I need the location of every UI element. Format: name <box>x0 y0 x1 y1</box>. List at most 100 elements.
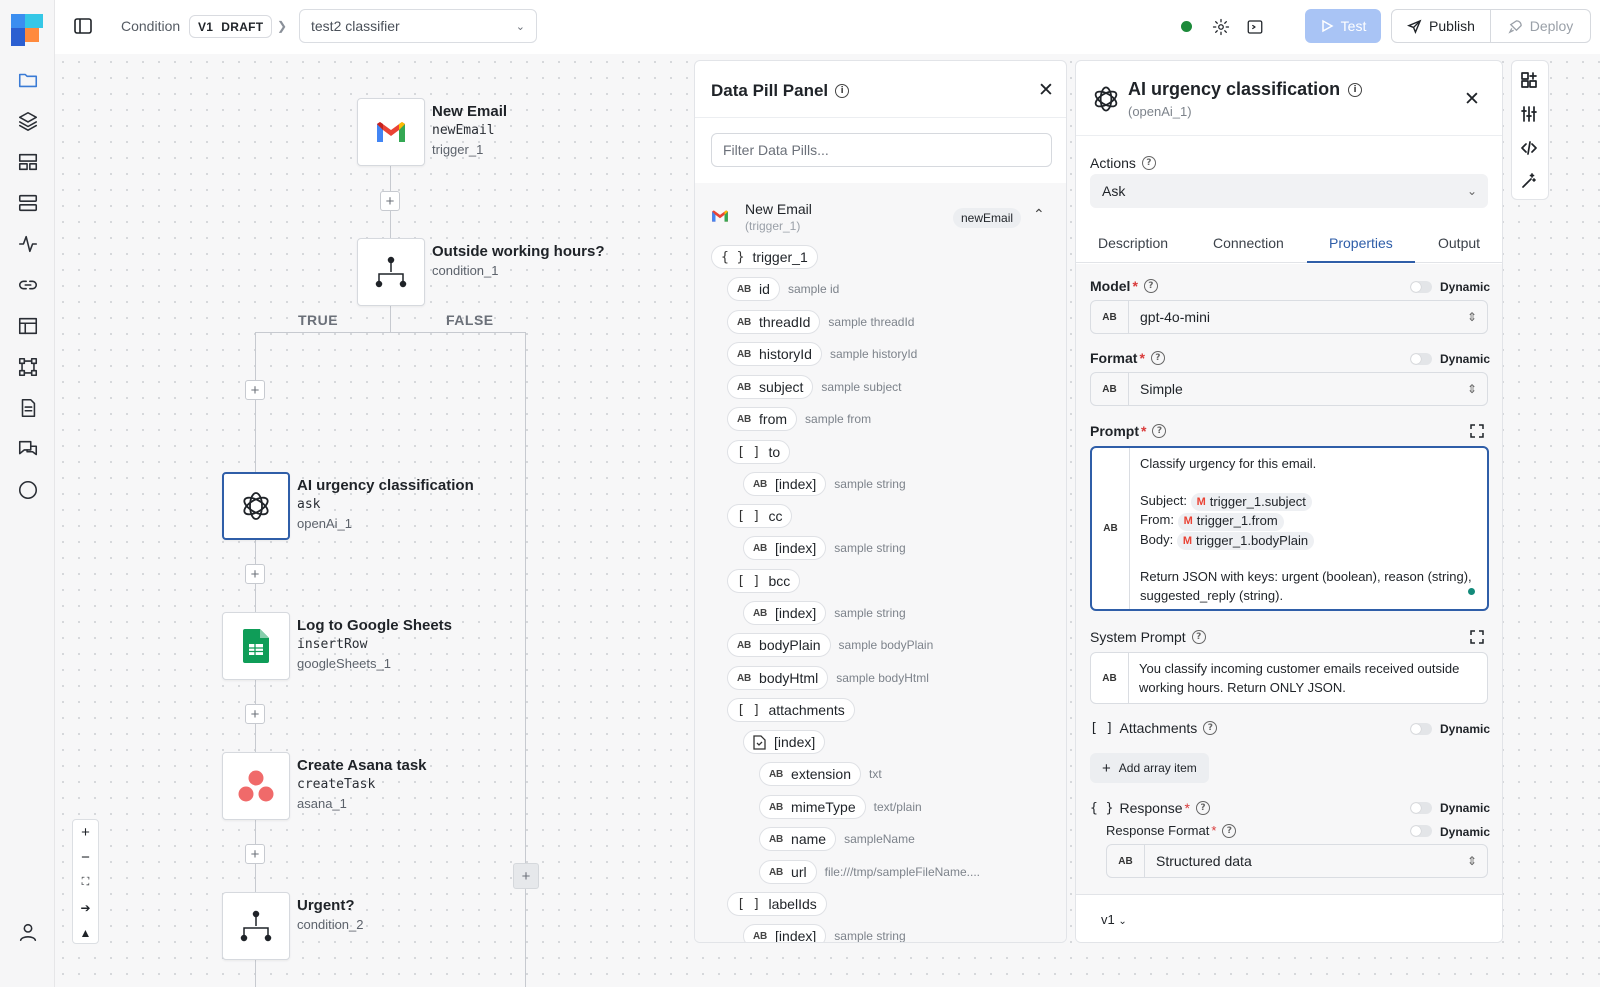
layers-icon[interactable] <box>14 107 42 135</box>
filter-data-pills-input[interactable]: Filter Data Pills... <box>711 133 1052 167</box>
sliders-icon[interactable] <box>1521 106 1539 124</box>
dynamic-toggle[interactable] <box>1410 281 1432 293</box>
version-badge[interactable]: V1 DRAFT <box>189 15 273 38</box>
add-array-item-button[interactable]: + Add array item <box>1090 753 1209 783</box>
format-select[interactable]: AB Simple ⇕ <box>1090 372 1488 406</box>
data-pill[interactable]: AB historyId <box>727 342 822 366</box>
data-pill[interactable]: AB extension <box>759 762 861 786</box>
tab-description[interactable]: Description <box>1098 235 1168 251</box>
chevron-up-icon[interactable]: ⌃ <box>1033 206 1045 223</box>
pill-row[interactable]: [ ] cc <box>727 504 793 528</box>
help-icon[interactable]: ? <box>1143 279 1158 293</box>
circle-icon[interactable] <box>14 476 42 504</box>
prompt-content[interactable]: Classify urgency for this email. Subject… <box>1130 448 1487 609</box>
publish-button[interactable]: Publish <box>1391 9 1491 43</box>
add-step-button[interactable]: + <box>380 191 400 211</box>
pill-row[interactable]: [ ] attachments <box>727 698 855 722</box>
server-icon[interactable] <box>14 189 42 217</box>
data-pill[interactable]: [ ] cc <box>727 504 793 528</box>
zoom-out-button[interactable]: − <box>73 845 98 870</box>
data-pill[interactable]: [ ] labelIds <box>727 892 827 916</box>
code-icon[interactable] <box>1521 140 1539 158</box>
model-select[interactable]: AB gpt-4o-mini ⇕ <box>1090 300 1488 334</box>
flow-selector[interactable]: test2 classifier ⌄ <box>299 9 537 43</box>
data-pill[interactable]: AB url <box>759 860 817 884</box>
data-pill[interactable]: AB [index] <box>743 536 827 560</box>
tab-output[interactable]: Output <box>1438 235 1480 251</box>
settings-gear-icon[interactable] <box>1210 16 1232 38</box>
response-format-select[interactable]: AB Structured data ⇕ <box>1106 844 1488 878</box>
blocks-icon[interactable] <box>1521 72 1539 90</box>
actions-select[interactable]: Ask ⌄ <box>1090 174 1488 208</box>
data-pill[interactable]: AB subject <box>727 375 814 399</box>
zoom-in-button[interactable]: + <box>73 820 98 845</box>
inline-data-pill[interactable]: Mtrigger_1.bodyPlain <box>1176 531 1315 550</box>
pill-row-root[interactable]: { } trigger_1 <box>711 245 818 269</box>
data-pill[interactable]: AB [index] <box>743 601 827 625</box>
pill-row[interactable]: AB url file:///tmp/sampleFileName.... <box>759 860 980 884</box>
pill-row[interactable]: AB [index] sample string <box>743 924 906 942</box>
pill-row[interactable]: AB subject sample subject <box>727 375 901 399</box>
pill-row[interactable]: [ ] labelIds <box>727 892 827 916</box>
pill-row[interactable]: [ ] to <box>727 440 791 464</box>
dynamic-toggle[interactable] <box>1410 802 1432 814</box>
pill-row[interactable]: [index] <box>743 730 826 754</box>
data-pill[interactable]: AB threadId <box>727 310 821 334</box>
user-icon[interactable] <box>14 918 42 946</box>
dashboard-icon[interactable] <box>14 148 42 176</box>
add-step-button[interactable]: + <box>245 844 265 864</box>
data-pill[interactable]: AB [index] <box>743 472 827 496</box>
help-icon[interactable]: ? <box>1141 156 1156 170</box>
pill-row[interactable]: AB [index] sample string <box>743 472 906 496</box>
document-icon[interactable] <box>14 394 42 422</box>
deploy-button[interactable]: Deploy <box>1491 9 1591 43</box>
breadcrumb-section[interactable]: Condition <box>121 18 180 34</box>
help-icon[interactable]: ? <box>1152 424 1167 438</box>
dynamic-toggle[interactable] <box>1410 825 1432 837</box>
close-data-pill-panel-icon[interactable]: ✕ <box>1038 79 1054 102</box>
info-icon[interactable]: i <box>1348 82 1363 97</box>
terminal-icon[interactable] <box>1244 16 1266 38</box>
add-step-button[interactable]: + <box>245 564 265 584</box>
inline-data-pill[interactable]: Mtrigger_1.from <box>1177 512 1284 531</box>
add-step-button-false-branch[interactable]: + <box>513 863 539 889</box>
inline-data-pill[interactable]: Mtrigger_1.subject <box>1190 493 1312 512</box>
pill-row[interactable]: AB bodyPlain sample bodyPlain <box>727 633 933 657</box>
test-button[interactable]: Test <box>1305 9 1381 43</box>
activity-icon[interactable] <box>14 230 42 258</box>
data-pill[interactable]: AB mimeType <box>759 795 866 819</box>
prompt-textarea[interactable]: AB Classify urgency for this email. Subj… <box>1090 446 1489 611</box>
tab-connection[interactable]: Connection <box>1213 235 1284 251</box>
folder-icon[interactable] <box>14 66 42 94</box>
close-properties-panel-icon[interactable]: ✕ <box>1464 88 1480 111</box>
pill-row[interactable]: AB id sample id <box>727 277 839 301</box>
pill-row[interactable]: AB from sample from <box>727 407 871 431</box>
help-icon[interactable]: ? <box>1222 823 1237 838</box>
dynamic-toggle[interactable] <box>1410 723 1432 735</box>
system-prompt-textarea[interactable]: AB You classify incoming customer emails… <box>1090 652 1488 704</box>
pill-row[interactable]: AB [index] sample string <box>743 601 906 625</box>
link-icon[interactable] <box>14 271 42 299</box>
chat-icon[interactable] <box>14 435 42 463</box>
help-icon[interactable]: ? <box>1191 630 1206 644</box>
data-pill[interactable]: [ ] bcc <box>727 569 801 593</box>
lock-icon[interactable]: ▲ <box>73 920 98 945</box>
data-pill[interactable]: [index] <box>743 730 826 754</box>
help-icon[interactable]: ? <box>1195 801 1210 815</box>
data-pill[interactable]: AB bodyPlain <box>727 633 831 657</box>
table-icon[interactable] <box>14 312 42 340</box>
data-pill[interactable]: AB id <box>727 277 780 301</box>
data-pill[interactable]: AB from <box>727 407 798 431</box>
add-step-button[interactable]: + <box>245 704 265 724</box>
pill-row[interactable]: AB threadId sample threadId <box>727 310 914 334</box>
data-pill[interactable]: [ ] to <box>727 440 791 464</box>
dynamic-toggle[interactable] <box>1410 353 1432 365</box>
help-icon[interactable]: ? <box>1203 721 1218 735</box>
data-pill[interactable]: AB name <box>759 827 837 851</box>
tab-properties[interactable]: Properties <box>1329 235 1393 251</box>
fit-view-icon[interactable]: ⛶ <box>73 870 98 895</box>
info-icon[interactable]: i <box>835 84 850 98</box>
pill-row[interactable]: [ ] bcc <box>727 569 801 593</box>
workflow-icon[interactable] <box>14 353 42 381</box>
pill-row[interactable]: AB [index] sample string <box>743 536 906 560</box>
